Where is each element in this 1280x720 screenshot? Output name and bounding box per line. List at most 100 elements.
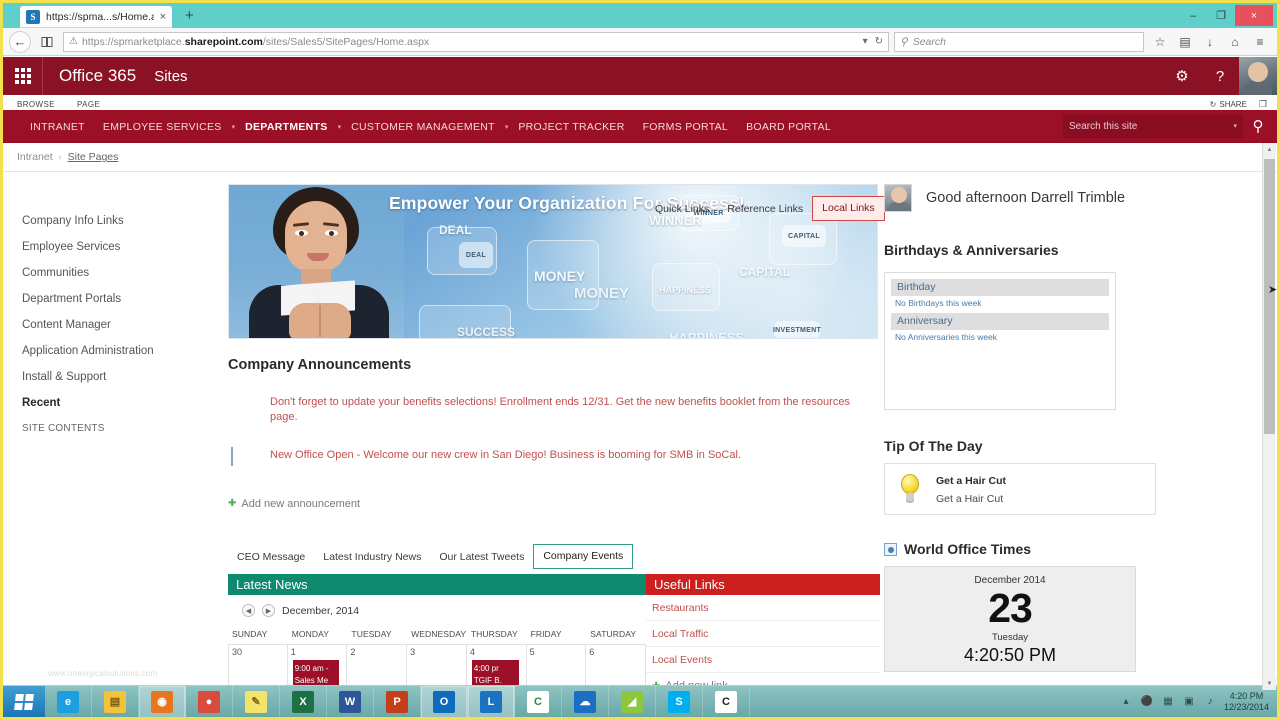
maximize-button[interactable]: ❐ bbox=[1207, 5, 1235, 26]
tab-our-latest-tweets[interactable]: Our Latest Tweets bbox=[430, 546, 533, 569]
taskbar-item-internet-explorer[interactable]: e bbox=[45, 685, 92, 718]
taskbar-item-word[interactable]: W bbox=[327, 685, 374, 718]
sidebar-item-content-manager[interactable]: Content Manager bbox=[16, 312, 212, 338]
downloads-icon[interactable]: ↓ bbox=[1199, 31, 1221, 53]
calendar-day-number: 2 bbox=[350, 647, 356, 657]
new-tab-button[interactable]: + bbox=[185, 8, 194, 24]
taskbar-item-powerpoint[interactable]: P bbox=[374, 685, 421, 718]
reload-icon[interactable]: ↻ bbox=[875, 36, 883, 47]
back-icon[interactable]: ← bbox=[9, 30, 31, 53]
tab-local-links[interactable]: Local Links bbox=[812, 196, 885, 221]
home-icon[interactable]: ⌂ bbox=[1224, 31, 1246, 53]
calendar-next-icon[interactable]: ▶ bbox=[262, 604, 275, 617]
sidebar-item-site-contents[interactable]: SITE CONTENTS bbox=[16, 416, 212, 441]
calendar-day-cell[interactable]: 6 bbox=[586, 644, 646, 690]
focus-on-content-icon[interactable]: ❐ bbox=[1259, 99, 1267, 110]
site-search-dropdown-icon[interactable]: ▾ bbox=[1233, 122, 1237, 130]
gear-icon[interactable]: ⚙ bbox=[1163, 57, 1201, 95]
taskbar-item-file-explorer[interactable]: ▤ bbox=[92, 685, 139, 718]
taskbar-item-google-chrome[interactable]: ● bbox=[186, 685, 233, 718]
taskbar-item-outlook[interactable]: O bbox=[421, 685, 468, 718]
announcement-text[interactable]: Don't forget to update your benefits sel… bbox=[270, 395, 880, 426]
start-button[interactable] bbox=[3, 685, 45, 718]
sidebar-item-recent[interactable]: Recent bbox=[16, 390, 212, 416]
calendar-prev-icon[interactable]: ◀ bbox=[242, 604, 255, 617]
tab-close-icon[interactable]: × bbox=[160, 11, 166, 23]
page-scrollbar[interactable]: ▲ ▼ bbox=[1262, 143, 1276, 690]
taskbar-item-lync[interactable]: L bbox=[468, 685, 515, 718]
sitenav-item-intranet[interactable]: INTRANET bbox=[21, 121, 94, 133]
tray-volume-icon[interactable]: ♪ bbox=[1203, 695, 1217, 709]
anniversary-group-header[interactable]: Anniversary bbox=[891, 313, 1109, 330]
calendar-day-cell[interactable]: 1 9:00 am - Sales Me bbox=[287, 644, 348, 690]
taskbar-item-onedrive[interactable]: ☁ bbox=[562, 685, 609, 718]
calendar-day-cell[interactable]: 3 bbox=[407, 644, 467, 690]
sitenav-item-departments[interactable]: DEPARTMENTS bbox=[236, 121, 336, 133]
browser-tab[interactable]: S https://spma...s/Home.aspx × bbox=[20, 6, 172, 28]
library-icon[interactable]: ▤ bbox=[1174, 31, 1196, 53]
user-avatar[interactable] bbox=[1239, 57, 1277, 95]
tab-ceo-message[interactable]: CEO Message bbox=[228, 546, 314, 569]
suite-app-sites[interactable]: Sites bbox=[154, 68, 187, 85]
announcement-item[interactable]: New Office Open - Welcome our new crew i… bbox=[228, 446, 880, 476]
site-search-box[interactable]: Search this site ▾ bbox=[1063, 114, 1243, 138]
minimize-button[interactable]: – bbox=[1179, 5, 1207, 26]
tray-network-icon[interactable]: ▦ bbox=[1161, 695, 1175, 709]
scroll-up-arrow-icon[interactable]: ▲ bbox=[1263, 143, 1276, 156]
taskbar-item-skype[interactable]: S bbox=[656, 685, 703, 718]
office365-brand[interactable]: Office 365 bbox=[43, 66, 154, 86]
address-bar[interactable]: ⚠ https://spmarketplace.sharepoint.com/s… bbox=[63, 31, 889, 52]
link-item-restaurants[interactable]: Restaurants bbox=[646, 595, 880, 621]
calendar-day-cell[interactable]: 5 bbox=[526, 644, 587, 690]
hamburger-menu-icon[interactable]: ≡ bbox=[1249, 31, 1271, 53]
sidebar-item-application-administration[interactable]: Application Administration bbox=[16, 338, 212, 364]
reader-view-icon[interactable] bbox=[36, 31, 58, 53]
tab-company-events[interactable]: Company Events bbox=[533, 544, 634, 569]
announcement-item[interactable]: Don't forget to update your benefits sel… bbox=[228, 395, 880, 426]
help-icon[interactable]: ? bbox=[1201, 57, 1239, 95]
tray-antivirus-icon[interactable]: ⚫ bbox=[1140, 695, 1154, 709]
taskbar-item-snagit[interactable]: ◢ bbox=[609, 685, 656, 718]
birthday-group-header[interactable]: Birthday bbox=[891, 279, 1109, 296]
taskbar-item-firefox[interactable]: ◉ bbox=[139, 685, 186, 718]
url-dropdown-icon[interactable]: ▾ bbox=[863, 36, 868, 47]
taskbar-item-paint[interactable]: ✎ bbox=[233, 685, 280, 718]
link-item-local-events[interactable]: Local Events bbox=[646, 647, 880, 673]
ribbon-tab-page[interactable]: PAGE bbox=[77, 100, 100, 109]
sitenav-item-employee-services[interactable]: EMPLOYEE SERVICES bbox=[94, 121, 231, 133]
tab-reference-links[interactable]: Reference Links bbox=[718, 198, 812, 221]
sitenav-item-board-portal[interactable]: BOARD PORTAL bbox=[737, 121, 840, 133]
taskbar-item-camtasia[interactable]: C bbox=[515, 685, 562, 718]
taskbar-clock[interactable]: 4:20 PM 12/23/2014 bbox=[1224, 691, 1269, 713]
sitenav-item-project-tracker[interactable]: PROJECT TRACKER bbox=[509, 121, 633, 133]
scroll-down-arrow-icon[interactable]: ▼ bbox=[1263, 677, 1276, 690]
tray-expand-icon[interactable]: ▴ bbox=[1119, 695, 1133, 709]
sidebar-item-install-support[interactable]: Install & Support bbox=[16, 364, 212, 390]
sidebar-item-communities[interactable]: Communities bbox=[16, 260, 212, 286]
share-button[interactable]: ↻ SHARE bbox=[1210, 100, 1247, 109]
sitenav-item-forms-portal[interactable]: FORMS PORTAL bbox=[634, 121, 737, 133]
breadcrumb-intranet[interactable]: Intranet bbox=[17, 151, 53, 163]
app-launcher-icon[interactable] bbox=[3, 57, 43, 95]
link-item-local-traffic[interactable]: Local Traffic bbox=[646, 621, 880, 647]
calendar-day-cell[interactable]: 2 bbox=[347, 644, 408, 690]
sidebar-item-employee-services[interactable]: Employee Services bbox=[16, 234, 212, 260]
add-new-announcement-link[interactable]: ✚ Add new announcement bbox=[228, 498, 880, 510]
close-window-button[interactable]: × bbox=[1235, 5, 1273, 26]
calendar-day-cell[interactable]: 30 bbox=[228, 644, 288, 690]
sidebar-item-department-portals[interactable]: Department Portals bbox=[16, 286, 212, 312]
sitenav-item-customer-management[interactable]: CUSTOMER MANAGEMENT bbox=[342, 121, 504, 133]
calendar-day-cell[interactable]: 4 4:00 pr TGIF B. bbox=[466, 644, 527, 690]
taskbar-item-camtasia-studio[interactable]: C bbox=[703, 685, 750, 718]
taskbar-item-excel[interactable]: X bbox=[280, 685, 327, 718]
ribbon-tab-browse[interactable]: BROWSE bbox=[17, 100, 55, 109]
tab-quick-links[interactable]: Quick Links bbox=[646, 198, 718, 221]
tray-action-center-icon[interactable]: ▣ bbox=[1182, 695, 1196, 709]
tab-latest-industry-news[interactable]: Latest Industry News bbox=[314, 546, 430, 569]
site-search-icon[interactable]: ⚲ bbox=[1245, 114, 1271, 138]
sidebar-item-company-info-links[interactable]: Company Info Links bbox=[16, 208, 212, 234]
bookmark-star-icon[interactable]: ☆ bbox=[1149, 31, 1171, 53]
breadcrumb-site-pages[interactable]: Site Pages bbox=[68, 151, 119, 163]
browser-search-box[interactable]: ⚲ Search bbox=[894, 31, 1144, 52]
announcement-text[interactable]: New Office Open - Welcome our new crew i… bbox=[270, 448, 741, 463]
